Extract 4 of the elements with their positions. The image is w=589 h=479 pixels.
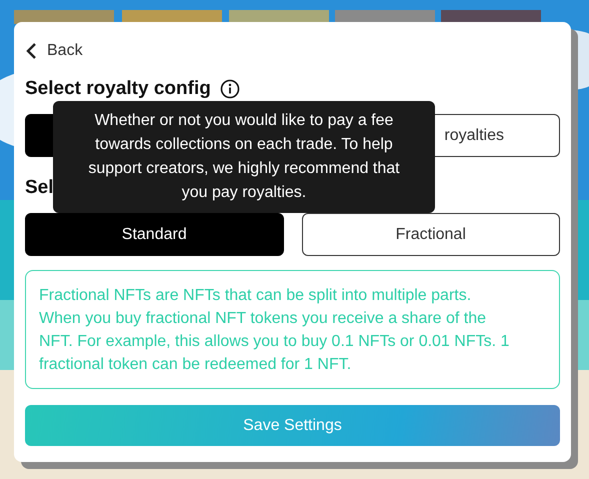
section-heading: Sel (25, 177, 54, 199)
section-heading: Select royalty config (25, 78, 211, 100)
tooltip: Whether or not you would like to pay a fee towards collections on each trade. To help support creators, we highly recommend that you pay royalties. (53, 101, 435, 213)
info-note: Fractional NFTs are NFTs that can be split into multiple parts. When you buy fractional NFT tokens you receive a share of the NFT. For example, this allows you to buy 0.1 NFTs or 0.01 NFTs. 1 fractional token can be redeemed for 1 NFT. (25, 270, 560, 389)
